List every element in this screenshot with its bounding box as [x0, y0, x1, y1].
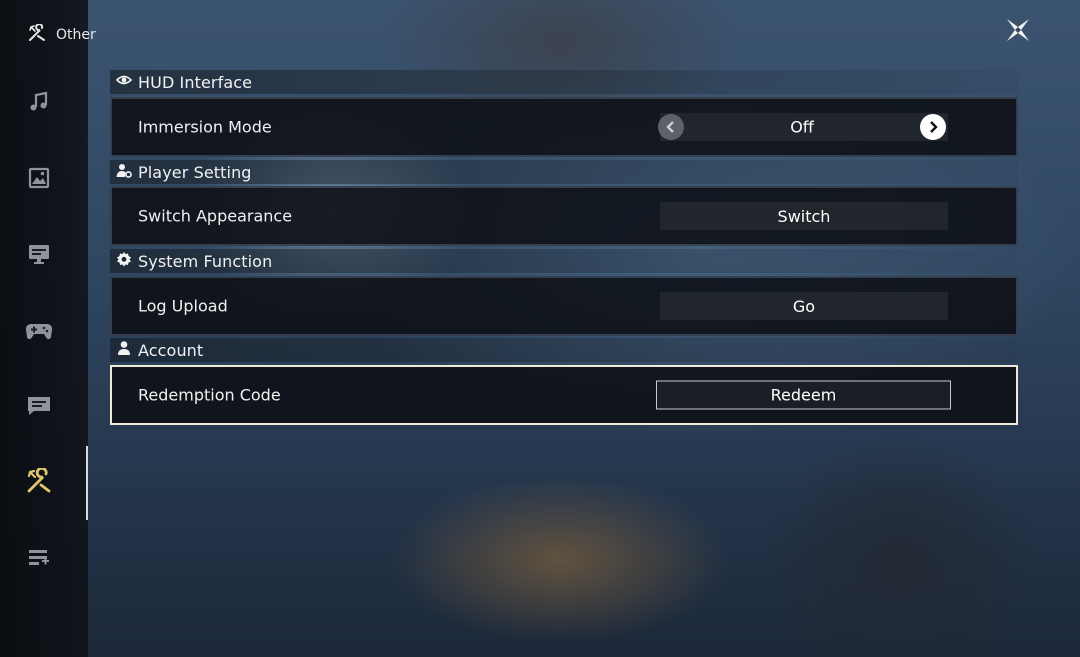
- eye-icon: [115, 72, 133, 92]
- setting-label: Redemption Code: [138, 385, 281, 405]
- close-button[interactable]: [1002, 16, 1034, 48]
- setting-label: Switch Appearance: [138, 206, 293, 226]
- chevron-right-icon: [927, 118, 939, 137]
- nav-item-extra[interactable]: [22, 543, 56, 577]
- monitor-icon: [27, 242, 51, 270]
- setting-label: Log Upload: [138, 296, 228, 316]
- wrench-pencil-icon: [26, 466, 52, 498]
- nav-active-indicator: [86, 446, 88, 520]
- redeem-button[interactable]: Redeem: [656, 380, 951, 410]
- close-x-icon: [1003, 15, 1033, 49]
- image-icon: [27, 166, 51, 194]
- section-title: System Function: [138, 251, 273, 271]
- nav-item-controls[interactable]: [22, 315, 56, 349]
- nav-item-other[interactable]: [22, 466, 56, 500]
- person-icon: [116, 340, 132, 360]
- section-header-hud: HUD Interface: [110, 70, 1018, 94]
- chat-icon: [26, 394, 52, 422]
- immersion-mode-value: Off: [790, 117, 814, 137]
- gear-icon: [116, 251, 132, 271]
- section-title: Account: [138, 340, 204, 360]
- music-note-icon: [27, 90, 51, 118]
- next-option-button[interactable]: [920, 114, 946, 140]
- section-header-system: System Function: [110, 249, 1018, 273]
- setting-row-switch-appearance[interactable]: Switch Appearance Switch: [110, 186, 1018, 246]
- section-title: Player Setting: [138, 162, 252, 182]
- section-header-account: Account: [110, 338, 1018, 362]
- nav-item-graphics[interactable]: [22, 163, 56, 197]
- setting-label: Immersion Mode: [138, 117, 272, 137]
- list-add-icon: [27, 546, 51, 574]
- wrench-pencil-icon: [28, 23, 46, 46]
- sidebar-header: Other: [28, 23, 138, 46]
- nav-item-audio[interactable]: [22, 87, 56, 121]
- gamepad-icon: [25, 318, 53, 346]
- nav-item-chat[interactable]: [22, 391, 56, 425]
- setting-row-redemption-code[interactable]: Redemption Code Redeem: [110, 365, 1018, 425]
- section-header-player: Player Setting: [110, 160, 1018, 184]
- setting-row-immersion-mode[interactable]: Immersion Mode Off: [110, 97, 1018, 157]
- person-gear-icon: [116, 162, 132, 182]
- go-button[interactable]: Go: [660, 292, 948, 320]
- setting-row-log-upload[interactable]: Log Upload Go: [110, 276, 1018, 336]
- sidebar-title: Other: [56, 27, 96, 43]
- switch-button[interactable]: Switch: [660, 202, 948, 230]
- nav-item-display[interactable]: [22, 239, 56, 273]
- sidebar: Other: [0, 0, 96, 657]
- section-title: HUD Interface: [138, 72, 253, 92]
